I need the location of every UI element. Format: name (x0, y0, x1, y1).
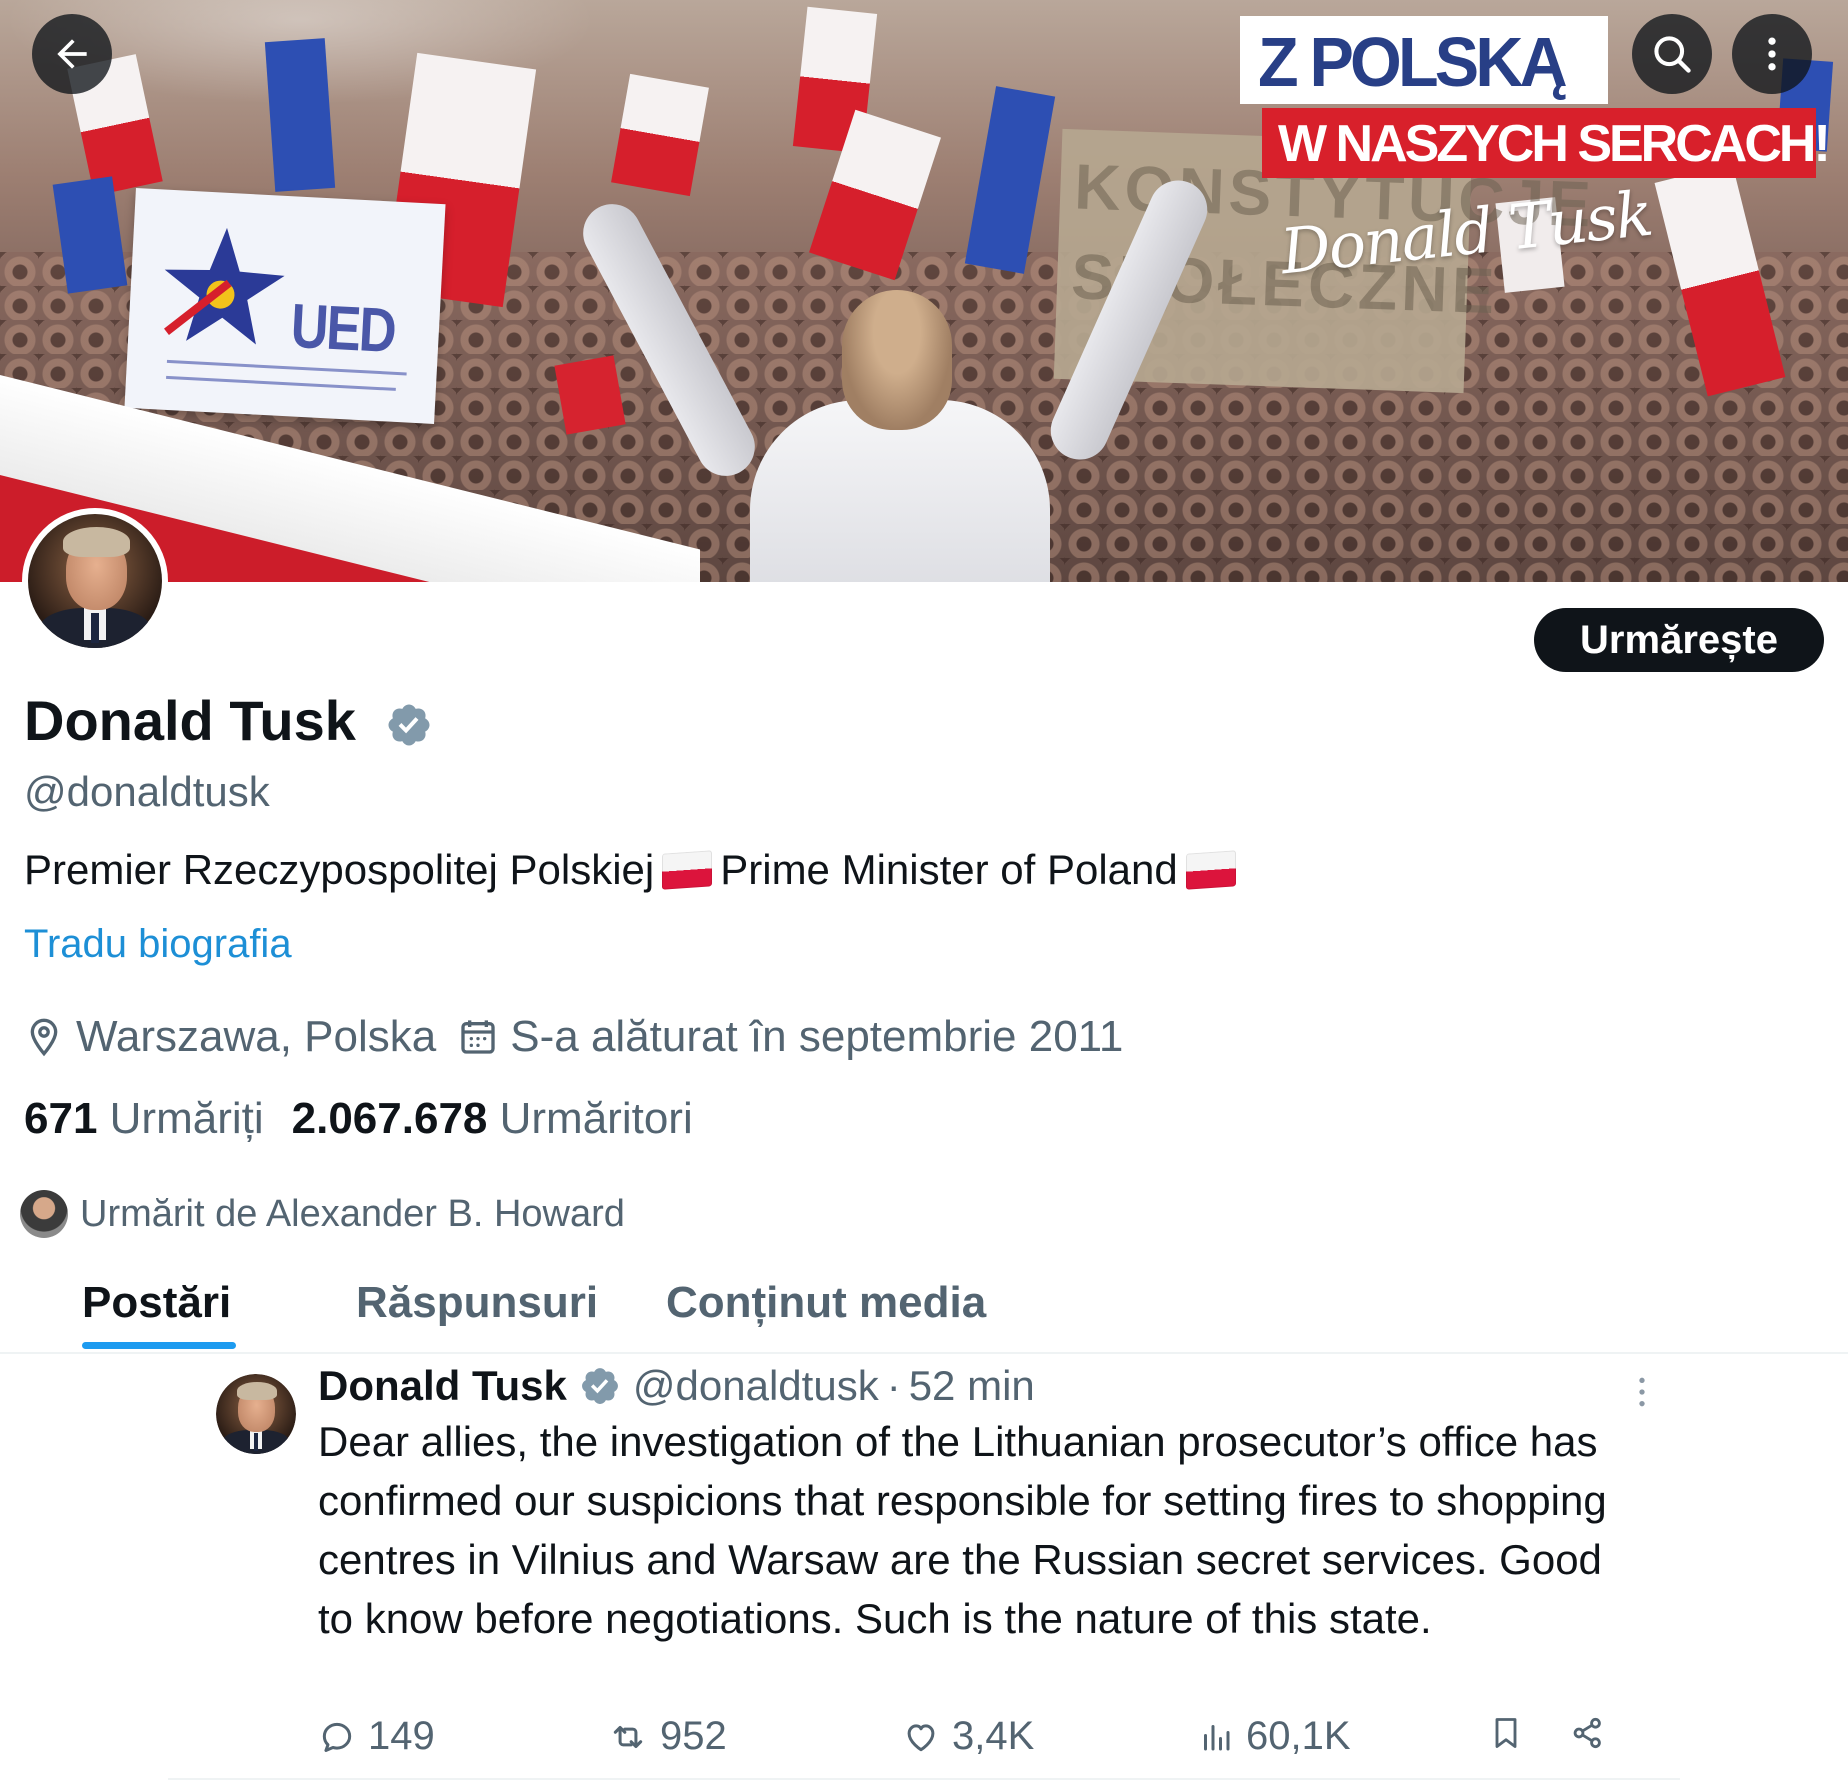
back-button[interactable] (32, 14, 112, 94)
followers-label: Urmăritori (499, 1094, 693, 1143)
verified-badge-icon[interactable] (385, 701, 433, 749)
tweet-separator: · (886, 1362, 901, 1409)
reply-button[interactable]: 149 (318, 1714, 435, 1759)
follow-button[interactable]: Urmărește (1534, 608, 1824, 672)
banner-logo-top: Z POLSKĄ (1240, 16, 1608, 104)
heart-icon (907, 1723, 935, 1751)
profile-handle: @donaldtusk (24, 768, 270, 815)
tabs-divider (0, 1352, 1848, 1354)
logo-line-2: W NASZYCH SERCACH! (1278, 115, 1831, 173)
follow-counts: 671 Urmăriți 2.067.678 Urmăritori (24, 1094, 693, 1144)
followed-by-text: Urmărit de Alexander B. Howard (80, 1192, 625, 1235)
share-button[interactable] (1570, 1714, 1618, 1752)
tweet-text[interactable]: Dear allies, the investigation of the Li… (318, 1412, 1638, 1648)
joined-text: S-a alăturat în septembrie 2011 (510, 1012, 1124, 1061)
banner-logo-bottom: W NASZYCH SERCACH! (1262, 108, 1831, 178)
like-button[interactable]: 3,4K (902, 1714, 1034, 1759)
location-item: Warszawa, Polska (24, 1012, 436, 1062)
following-count: 671 (24, 1094, 98, 1143)
tweet-author-avatar[interactable] (216, 1374, 296, 1454)
avatar-image (216, 1374, 296, 1454)
following-link[interactable]: 671 Urmăriți (24, 1094, 264, 1143)
verified-badge-icon[interactable] (579, 1365, 621, 1407)
search-button[interactable] (1632, 14, 1712, 94)
bookmark-icon (1495, 1718, 1517, 1748)
tweet-time[interactable]: 52 min (909, 1362, 1035, 1410)
views-count: 60,1K (1246, 1714, 1351, 1758)
avatar-image (28, 514, 162, 648)
joined-item: S-a alăturat în septembrie 2011 (458, 1012, 1123, 1062)
tweet-more-button[interactable] (1632, 1372, 1652, 1417)
profile-bio: Premier Rzeczypospolitej Polskiej Prime M… (24, 846, 1244, 894)
arrow-left-icon (57, 39, 87, 69)
analytics-icon (1204, 1724, 1230, 1750)
tab-media[interactable]: Conținut media (666, 1278, 986, 1328)
more-options-button[interactable] (1732, 14, 1812, 94)
location-pin-icon (30, 1018, 58, 1057)
poland-flag-emoji-icon (1185, 850, 1236, 890)
banner-flag (964, 86, 1056, 274)
active-tab-indicator (82, 1342, 236, 1349)
follower-avatar (20, 1190, 68, 1238)
tweet-actions: 149 952 3,4K 60,1K (318, 1714, 1638, 1774)
profile-banner[interactable]: UED KONSTYTUCJE SPOŁECZNE Z POLSKĄ W NAS… (0, 0, 1848, 582)
share-icon (1573, 1717, 1601, 1749)
repost-button[interactable]: 952 (608, 1714, 727, 1759)
bio-text-en: Prime Minister of Poland (720, 846, 1178, 893)
views-button[interactable]: 60,1K (1198, 1714, 1351, 1759)
profile-avatar[interactable] (22, 508, 168, 654)
followers-link[interactable]: 2.067.678 Urmăritori (292, 1094, 693, 1143)
tweet-header: Donald Tusk @donaldtusk · 52 min (318, 1362, 1035, 1410)
followers-count: 2.067.678 (291, 1094, 488, 1143)
bookmark-button[interactable] (1488, 1714, 1536, 1752)
like-count: 3,4K (952, 1714, 1035, 1758)
banner-flag (611, 73, 709, 197)
repost-count: 952 (660, 1714, 727, 1758)
repost-icon (613, 1725, 643, 1748)
banner-flag (264, 38, 336, 192)
profile-meta: Warszawa, Polska S-a alăturat în septemb… (24, 1012, 1145, 1062)
calendar-icon (461, 1020, 495, 1054)
location-text: Warszawa, Polska (76, 1012, 437, 1061)
more-vertical-icon (1639, 1377, 1645, 1407)
reply-count: 149 (368, 1714, 435, 1758)
tweet-divider (168, 1778, 1680, 1780)
logo-line-1: Z POLSKĄ (1258, 23, 1568, 101)
translate-bio-link[interactable]: Tradu biografia (24, 922, 292, 967)
poland-flag-emoji-icon (662, 850, 713, 890)
following-label: Urmăriți (109, 1094, 264, 1143)
search-icon (1654, 36, 1691, 73)
bio-text-pl: Premier Rzeczypospolitej Polskiej (24, 846, 655, 893)
tab-replies[interactable]: Răspunsuri (356, 1278, 598, 1328)
tweet-author-handle[interactable]: @donaldtusk (633, 1362, 879, 1410)
profile-name: Donald Tusk (24, 689, 356, 752)
profile-name-row: Donald Tusk (24, 688, 433, 753)
tab-posts[interactable]: Postări (82, 1278, 231, 1328)
profile-tabs: Postări Răspunsuri Conținut media (0, 1270, 1848, 1350)
banner-head (842, 290, 952, 430)
sign-text: UED (289, 291, 397, 367)
more-vertical-icon (1768, 37, 1776, 71)
followed-by-row[interactable]: Urmărit de Alexander B. Howard (20, 1190, 625, 1238)
reply-icon (322, 1722, 352, 1752)
tweet-author-name[interactable]: Donald Tusk (318, 1362, 567, 1410)
star-icon (164, 227, 285, 345)
